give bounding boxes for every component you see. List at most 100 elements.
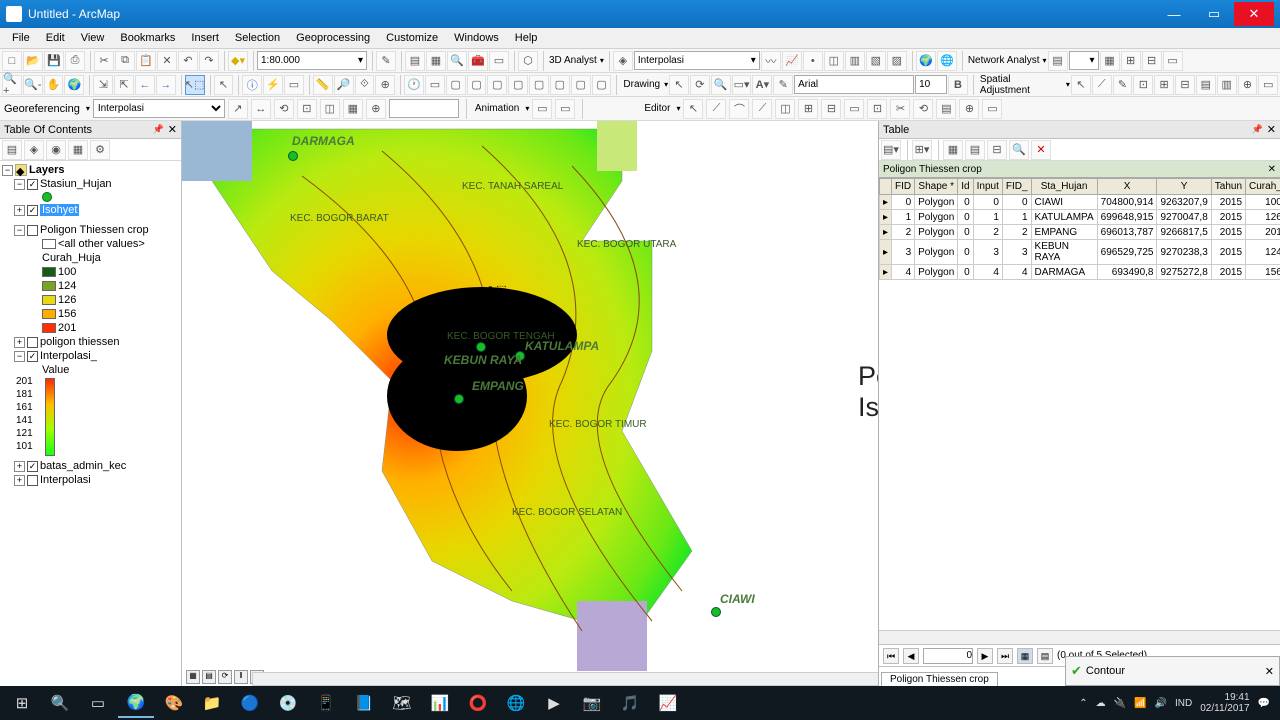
layer-checkbox[interactable] xyxy=(27,337,38,348)
expand-icon[interactable]: + xyxy=(14,337,25,348)
editor-tool9-icon[interactable]: ⊡ xyxy=(867,99,887,119)
interp-tool6-icon[interactable]: ▧ xyxy=(866,51,886,71)
na-tool3-icon[interactable]: ⊟ xyxy=(1142,51,1162,71)
anim-tool1-icon[interactable]: ▭ xyxy=(532,99,552,119)
layer-interpolasi2[interactable]: Interpolasi xyxy=(40,474,91,486)
full-extent-icon[interactable]: 🌍 xyxy=(64,75,84,95)
redo-icon[interactable]: ↷ xyxy=(199,51,219,71)
layer-batas-admin[interactable]: batas_admin_kec xyxy=(40,460,126,472)
table-switch-sel-icon[interactable]: ▤ xyxy=(965,140,985,160)
copy-icon[interactable]: ⧉ xyxy=(115,51,135,71)
notif-close-icon[interactable]: ✕ xyxy=(1265,665,1274,678)
table-pin-icon[interactable]: 📌 xyxy=(1252,124,1263,135)
table-grid[interactable]: FIDShape *IdInputFID_Sta_HujanXYTahunCur… xyxy=(879,178,1280,630)
table-row[interactable]: ▸2Polygon022EMPANG696013,7879266817,5201… xyxy=(880,225,1280,240)
na-tool4-icon[interactable]: ▭ xyxy=(1163,51,1183,71)
tray-notif-icon[interactable]: 💬 xyxy=(1258,698,1270,709)
anim-tool2-icon[interactable]: ▭ xyxy=(555,99,575,119)
refresh-icon[interactable]: ⟳ xyxy=(218,670,232,684)
na-tool2-icon[interactable]: ⊞ xyxy=(1121,51,1141,71)
table-row[interactable]: ▸1Polygon011KATULAMPA699648,9159270047,8… xyxy=(880,210,1280,225)
layer-checkbox[interactable]: ✓ xyxy=(27,205,38,216)
sa-tool6-icon[interactable]: ▤ xyxy=(1196,75,1216,95)
editor-tool1-icon[interactable]: ↖ xyxy=(683,99,703,119)
network-analyst-label[interactable]: Network Analyst xyxy=(966,55,1042,66)
table-menu-icon[interactable]: ▤▾ xyxy=(881,140,901,160)
editor-tool4-icon[interactable]: ⟋ xyxy=(752,99,772,119)
table-row[interactable]: ▸0Polygon000CIAWI704800,9149263207,92015… xyxy=(880,195,1280,210)
expand-icon[interactable]: − xyxy=(14,225,25,236)
georef-tool7-icon[interactable]: ⊕ xyxy=(366,99,386,119)
task-app4-icon[interactable]: 💿 xyxy=(270,688,306,718)
layers-node[interactable]: Layers xyxy=(29,164,64,176)
task-app12-icon[interactable]: 📷 xyxy=(574,688,610,718)
tool-b-icon[interactable]: ▢ xyxy=(467,75,487,95)
editor-tool13-icon[interactable]: ⊕ xyxy=(959,99,979,119)
draw-text-icon[interactable]: A▾ xyxy=(752,75,772,95)
editor-tool6-icon[interactable]: ⊞ xyxy=(798,99,818,119)
layer-checkbox[interactable] xyxy=(27,225,38,236)
table-col-header[interactable]: Sta_Hujan xyxy=(1031,179,1097,195)
delete-icon[interactable]: ✕ xyxy=(157,51,177,71)
tray-power-icon[interactable]: 🔌 xyxy=(1114,698,1126,709)
layer-stasiun[interactable]: Stasiun_Hujan xyxy=(40,178,112,190)
sa-tool7-icon[interactable]: ▥ xyxy=(1217,75,1237,95)
row-selector[interactable]: ▸ xyxy=(880,210,892,225)
expand-icon[interactable]: − xyxy=(14,179,25,190)
start-icon[interactable]: ⊞ xyxy=(4,688,40,718)
back-icon[interactable]: ← xyxy=(135,75,155,95)
expand-icon[interactable]: − xyxy=(14,351,25,362)
editor-tool10-icon[interactable]: ✂ xyxy=(890,99,910,119)
editor-tool7-icon[interactable]: ⊟ xyxy=(821,99,841,119)
measure-icon[interactable]: 📏 xyxy=(313,75,333,95)
open-icon[interactable]: 📂 xyxy=(23,51,43,71)
toc-list-by-source-icon[interactable]: ◈ xyxy=(24,140,44,160)
nav-show-all-icon[interactable]: ▦ xyxy=(1017,648,1033,664)
table-col-header[interactable]: Y xyxy=(1157,179,1211,195)
pan-icon[interactable]: ✋ xyxy=(44,75,64,95)
interp-tool7-icon[interactable]: ▨ xyxy=(887,51,907,71)
editor-toolbar-icon[interactable]: ✎ xyxy=(376,51,396,71)
georef-label[interactable]: Georeferencing xyxy=(4,103,83,115)
tray-wifi-icon[interactable]: 📶 xyxy=(1134,698,1146,709)
row-selector[interactable]: ▸ xyxy=(880,265,892,280)
interp-contour-icon[interactable]: 〰 xyxy=(761,51,781,71)
task-app11-icon[interactable]: ▶ xyxy=(536,688,572,718)
scale-input[interactable]: 1:80.000▾ xyxy=(257,51,367,70)
search-taskbar-icon[interactable]: 🔍 xyxy=(42,688,78,718)
editor-tool2-icon[interactable]: ⟋ xyxy=(706,99,726,119)
task-app14-icon[interactable]: 📈 xyxy=(650,688,686,718)
tray-volume-icon[interactable]: 🔊 xyxy=(1155,698,1167,709)
globe-icon[interactable]: 🌍 xyxy=(916,51,936,71)
editor-tool12-icon[interactable]: ▤ xyxy=(936,99,956,119)
cut-icon[interactable]: ✂ xyxy=(94,51,114,71)
layer-poligon-thiessen-crop[interactable]: Poligon Thiessen crop xyxy=(40,224,149,236)
task-chrome-icon[interactable]: 🔵 xyxy=(232,688,268,718)
task-app5-icon[interactable]: 📱 xyxy=(308,688,344,718)
editor-tool5-icon[interactable]: ◫ xyxy=(775,99,795,119)
sa-tool2-icon[interactable]: ✎ xyxy=(1113,75,1133,95)
pin-icon[interactable]: 📌 xyxy=(153,124,164,135)
table-col-header[interactable]: Id xyxy=(958,179,973,195)
nav-position-input[interactable] xyxy=(923,648,973,664)
table-col-header[interactable]: FID_ xyxy=(1002,179,1031,195)
taskview-icon[interactable]: ▭ xyxy=(80,688,116,718)
font-size-input[interactable] xyxy=(915,75,947,94)
georef-tool5-icon[interactable]: ◫ xyxy=(320,99,340,119)
sa-tool9-icon[interactable]: ▭ xyxy=(1258,75,1278,95)
toc-list-by-selection-icon[interactable]: ▦ xyxy=(68,140,88,160)
identify-icon[interactable]: ⓘ xyxy=(242,75,262,95)
toolbox-icon[interactable]: 🧰 xyxy=(468,51,488,71)
forward-icon[interactable]: → xyxy=(156,75,176,95)
layer-interpolasi[interactable]: Interpolasi_ xyxy=(40,350,97,362)
interp-point-icon[interactable]: • xyxy=(803,51,823,71)
georef-input[interactable] xyxy=(389,99,459,118)
tool-e-icon[interactable]: ▢ xyxy=(529,75,549,95)
menu-help[interactable]: Help xyxy=(507,30,546,46)
task-app9-icon[interactable]: ⭕ xyxy=(460,688,496,718)
editor-tool11-icon[interactable]: ⟲ xyxy=(913,99,933,119)
html-popup-icon[interactable]: ▭ xyxy=(284,75,304,95)
sa-tool1-icon[interactable]: ⟋ xyxy=(1092,75,1112,95)
table-col-header[interactable]: FID xyxy=(892,179,915,195)
close-button[interactable]: ✕ xyxy=(1234,2,1274,26)
